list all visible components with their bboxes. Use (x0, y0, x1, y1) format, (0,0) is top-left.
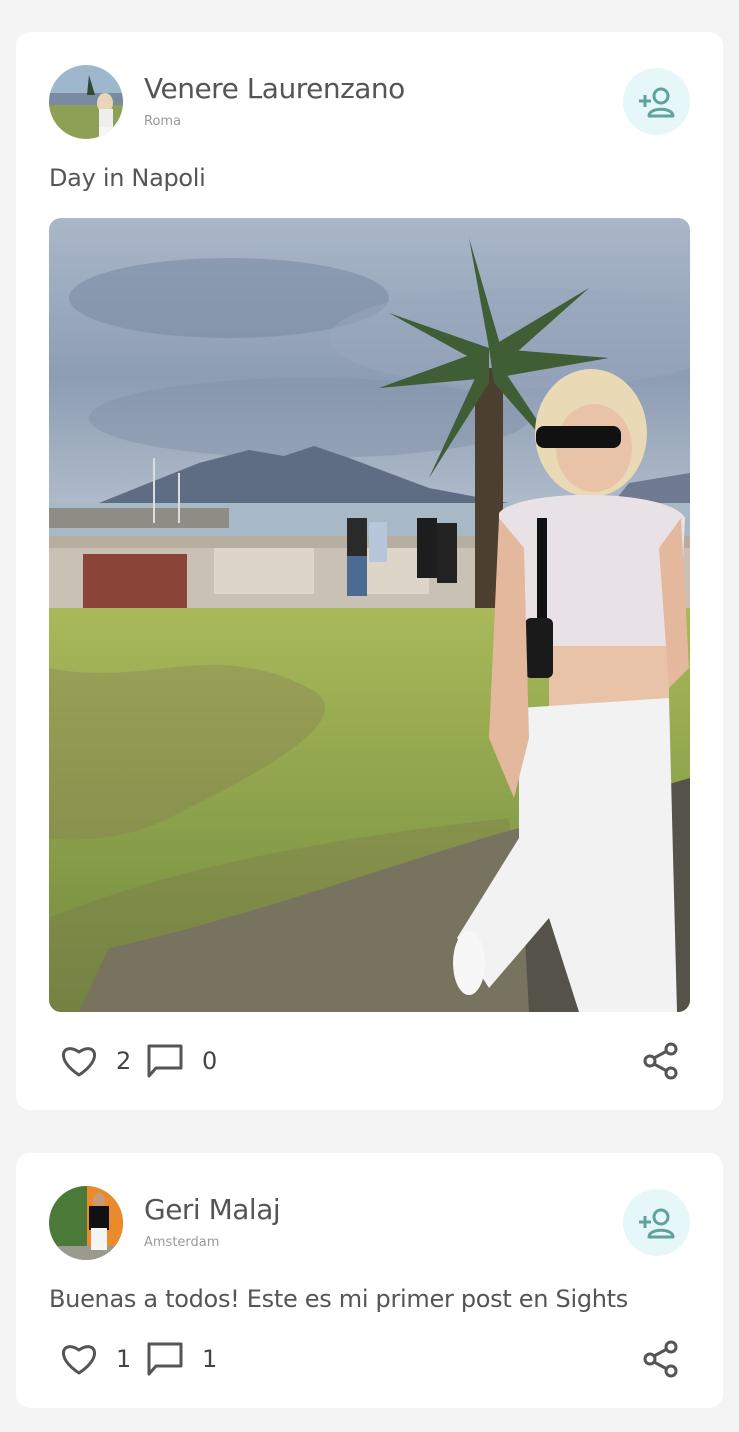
post-caption: Day in Napoli (49, 164, 206, 192)
comment-icon (147, 1342, 183, 1376)
comment-count: 1 (202, 1345, 218, 1373)
avatar[interactable] (49, 65, 123, 139)
heart-icon (61, 1047, 97, 1077)
post-photo (49, 218, 690, 1012)
follow-button[interactable] (623, 1189, 690, 1256)
like-count: 2 (116, 1047, 132, 1075)
post-card: Geri Malaj Amsterdam Buenas a todos! Est… (16, 1153, 723, 1408)
post-image[interactable] (49, 218, 690, 1012)
avatar-image (49, 1186, 123, 1260)
comment-button[interactable]: 1 (146, 1341, 232, 1377)
post-caption: Buenas a todos! Este es mi primer post e… (49, 1285, 628, 1313)
share-icon (643, 1042, 678, 1080)
post-card: Venere Laurenzano Roma Day in Napoli 2 0 (16, 32, 723, 1110)
username[interactable]: Venere Laurenzano (144, 72, 405, 105)
avatar[interactable] (49, 1186, 123, 1260)
user-location: Amsterdam (144, 1235, 220, 1250)
post-actions: 1 1 (60, 1337, 679, 1381)
share-button[interactable] (643, 1042, 679, 1080)
share-icon (643, 1340, 678, 1378)
avatar-image (49, 65, 123, 139)
add-user-icon (638, 87, 674, 117)
comment-count: 0 (202, 1047, 218, 1075)
comment-icon (147, 1044, 183, 1078)
user-location: Roma (144, 114, 182, 129)
follow-button[interactable] (623, 68, 690, 135)
like-button[interactable]: 2 (60, 1044, 146, 1078)
add-user-icon (638, 1208, 674, 1238)
username[interactable]: Geri Malaj (144, 1193, 281, 1226)
like-button[interactable]: 1 (60, 1342, 146, 1376)
heart-icon (61, 1345, 97, 1375)
comment-button[interactable]: 0 (146, 1043, 232, 1079)
post-actions: 2 0 (60, 1039, 679, 1083)
share-button[interactable] (643, 1340, 679, 1378)
like-count: 1 (116, 1345, 132, 1373)
